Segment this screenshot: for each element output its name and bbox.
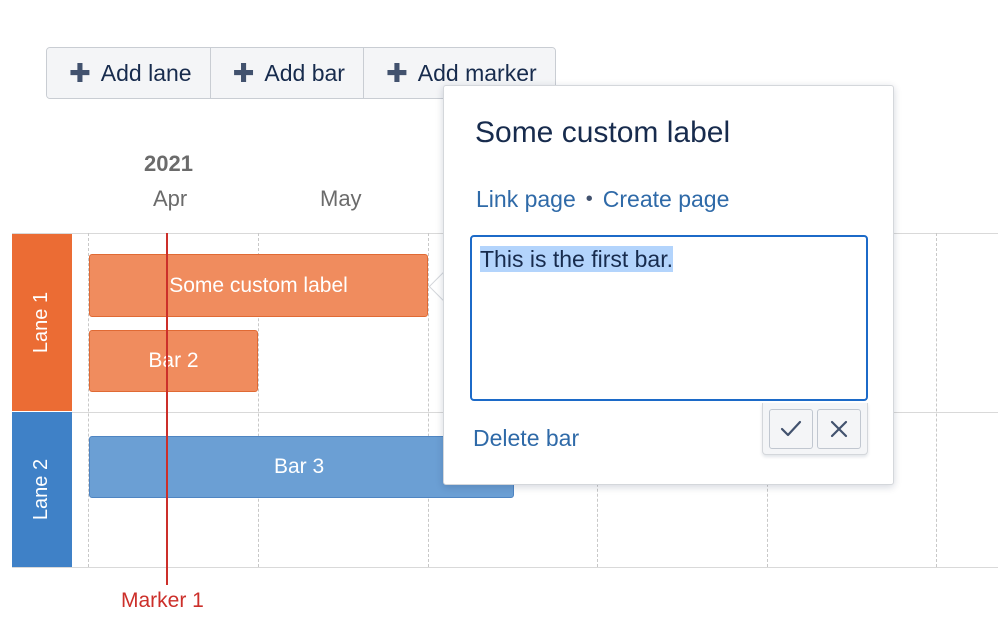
lane-1-header[interactable]: Lane 1 xyxy=(12,234,72,411)
bar-label: Bar 2 xyxy=(148,349,199,372)
timeline-month-may: May xyxy=(320,186,362,211)
add-marker-label: Add marker xyxy=(417,59,537,86)
lane-1-label: Lane 1 xyxy=(30,291,53,354)
marker-line[interactable] xyxy=(166,233,168,585)
popup-links: Link page • Create page xyxy=(476,186,729,213)
bar-edit-popup: Some custom label Link page • Create pag… xyxy=(443,85,894,485)
timeline-year: 2021 xyxy=(144,151,193,176)
save-button[interactable] xyxy=(769,408,813,449)
plus-icon: ✚ xyxy=(69,58,91,88)
link-separator: • xyxy=(585,188,593,210)
plus-icon: ✚ xyxy=(385,58,408,88)
marker-label[interactable]: Marker 1 xyxy=(121,589,204,613)
plus-icon: ✚ xyxy=(232,58,255,88)
description-text: This is the first bar. xyxy=(480,246,674,272)
add-bar-button[interactable]: ✚ Add bar xyxy=(210,48,364,98)
grid-bottom-line xyxy=(12,567,998,568)
lane-2-header[interactable]: Lane 2 xyxy=(12,412,72,567)
delete-bar-link[interactable]: Delete bar xyxy=(473,425,579,452)
link-page-link[interactable]: Link page xyxy=(476,186,576,213)
bar-description-textarea[interactable]: This is the first bar. xyxy=(470,235,868,401)
bar-some-custom-label[interactable]: Some custom label xyxy=(89,254,428,317)
checkmark-icon xyxy=(780,420,802,436)
grid-column-line xyxy=(936,233,937,567)
create-page-link[interactable]: Create page xyxy=(603,186,730,213)
roadmap-page: ✚ Add lane ✚ Add bar ✚ Add marker 2021 A… xyxy=(0,0,998,632)
add-lane-label: Add lane xyxy=(100,59,192,86)
cancel-button[interactable] xyxy=(817,408,861,449)
timeline-month-apr: Apr xyxy=(153,186,188,211)
add-bar-label: Add bar xyxy=(264,59,345,86)
add-lane-button[interactable]: ✚ Add lane xyxy=(47,48,211,98)
bar-2[interactable]: Bar 2 xyxy=(89,330,258,392)
edit-actions xyxy=(762,403,868,455)
lane-2-label: Lane 2 xyxy=(30,458,53,521)
grid-column-line xyxy=(428,233,429,567)
bar-label: Some custom label xyxy=(169,273,348,297)
popup-title[interactable]: Some custom label xyxy=(475,116,730,150)
close-icon xyxy=(830,420,848,437)
bar-label: Bar 3 xyxy=(274,455,325,478)
